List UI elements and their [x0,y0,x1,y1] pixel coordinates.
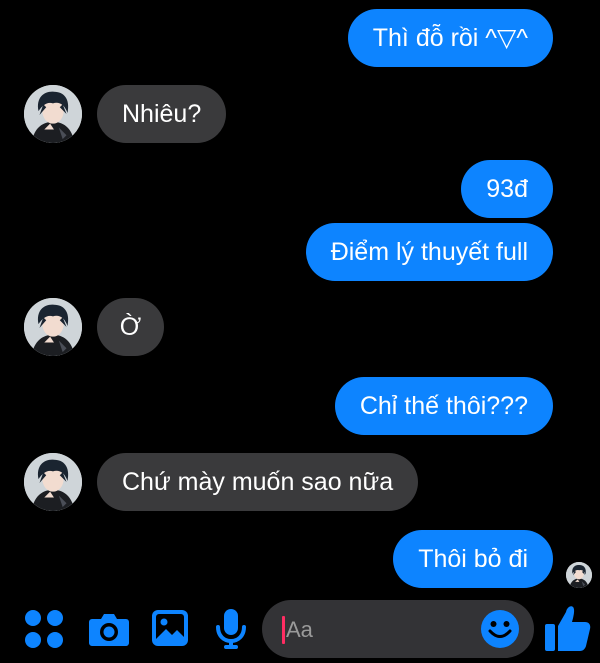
message-text: Nhiêu? [122,100,202,128]
message-text: 93đ [486,175,528,203]
message-text: Chỉ thế thôi??? [359,392,528,420]
thumbs-up-icon[interactable] [545,604,591,652]
message-bubble-outgoing[interactable]: Thì đỗ rồi ^▽^ [347,9,553,67]
contact-avatar[interactable] [24,453,82,511]
message-input-placeholder: Aa [286,617,313,642]
apps-icon[interactable] [24,609,64,649]
message-bubble-incoming[interactable]: Ờ [97,298,164,356]
message-bubble-incoming[interactable]: Nhiêu? [97,85,227,143]
message-bubble-outgoing[interactable]: Điểm lý thuyết full [305,223,553,281]
message-bubble-outgoing[interactable]: 93đ [461,160,553,218]
gallery-icon[interactable] [152,610,188,646]
message-text: Chứ mày muốn sao nữa [122,468,394,496]
seen-avatar [566,562,592,588]
message-input[interactable]: Aa [262,600,534,658]
message-text: Điểm lý thuyết full [330,238,528,266]
emoji-icon[interactable] [480,609,520,649]
message-bubble-outgoing[interactable]: Thôi bỏ đi [393,530,553,588]
message-bubble-outgoing[interactable]: Chỉ thế thôi??? [334,377,553,435]
message-text: Thôi bỏ đi [418,545,528,573]
text-caret [282,616,285,644]
camera-icon[interactable] [89,611,129,647]
message-bubble-incoming[interactable]: Chứ mày muốn sao nữa [97,453,419,511]
contact-avatar[interactable] [24,298,82,356]
composer-bar: Aa [0,598,600,663]
contact-avatar[interactable] [24,85,82,143]
message-text: Thì đỗ rồi ^▽^ [372,24,528,52]
message-text: Ờ [119,313,142,341]
microphone-icon[interactable] [216,609,246,649]
